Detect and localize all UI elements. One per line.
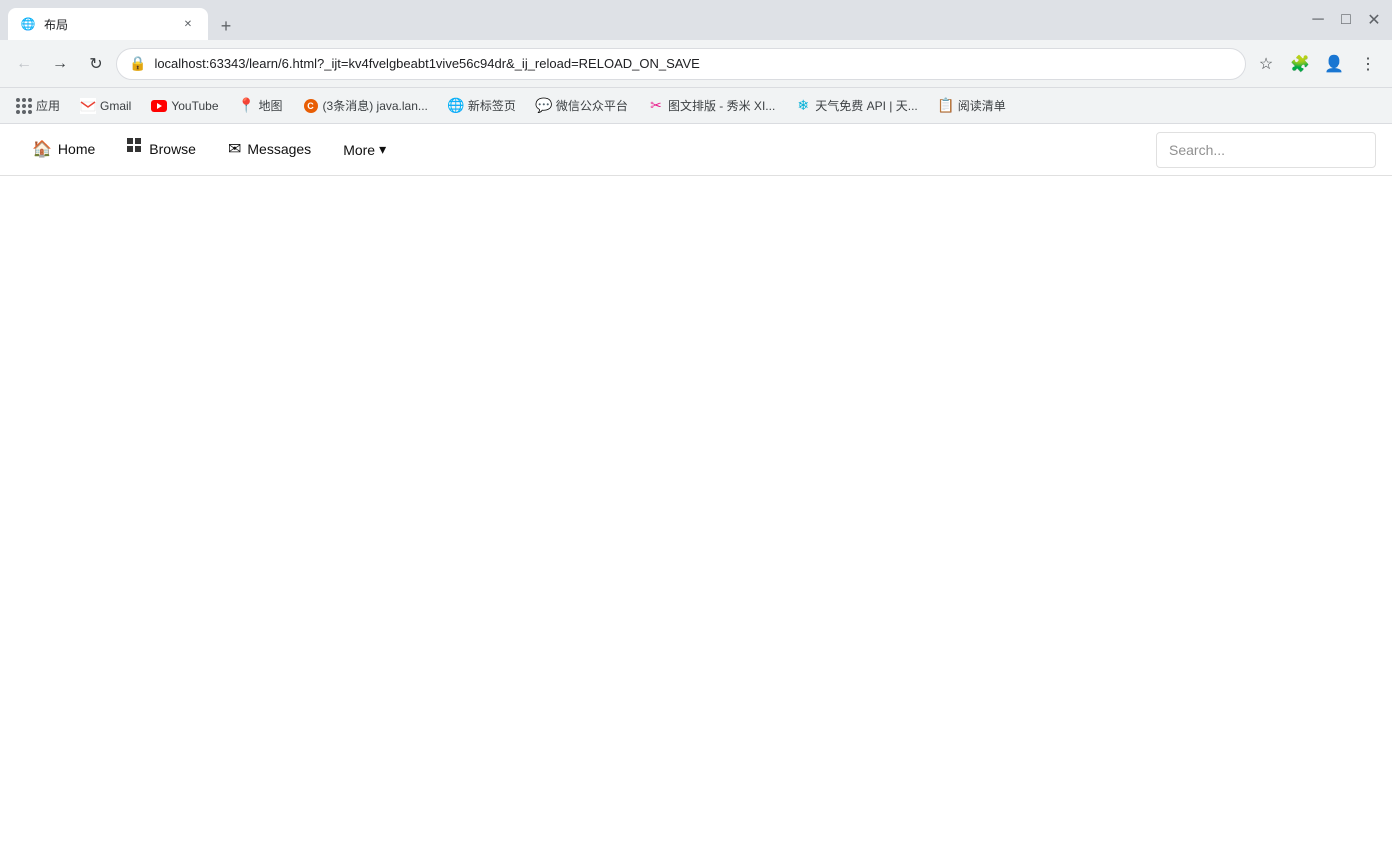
page-navbar: 🏠 Home Browse ✉ Messages xyxy=(0,124,1392,176)
extensions-button[interactable]: 🧩 xyxy=(1284,48,1316,80)
wechat-icon: 💬 xyxy=(536,98,552,114)
search-input[interactable] xyxy=(1156,132,1376,168)
profile-button[interactable]: 👤 xyxy=(1318,48,1350,80)
browser-toolbar: ← → ↻ 🔒 localhost:63343/learn/6.html?_ij… xyxy=(0,40,1392,88)
bookmark-apps-label: 应用 xyxy=(36,97,60,114)
bookmark-java-label: (3条消息) java.lan... xyxy=(323,97,428,114)
home-icon: 🏠 xyxy=(32,139,52,159)
close-button[interactable]: ✕ xyxy=(1364,10,1384,30)
apps-icon xyxy=(16,98,32,114)
bookmark-java[interactable]: C (3条消息) java.lan... xyxy=(295,93,436,118)
nav-browse-label: Browse xyxy=(149,141,196,157)
nav-messages[interactable]: ✉ Messages xyxy=(212,124,327,176)
bookmark-newtab[interactable]: 🌐 新标签页 xyxy=(440,93,524,118)
minimize-button[interactable]: ─ xyxy=(1308,10,1328,30)
weather-icon: ❄ xyxy=(795,98,811,114)
nav-home[interactable]: 🏠 Home xyxy=(16,124,111,176)
back-button[interactable]: ← xyxy=(8,48,40,80)
bookmark-weather-label: 天气免费 API | 天... xyxy=(815,97,917,114)
bookmark-reader[interactable]: 📋 阅读清单 xyxy=(930,93,1014,118)
forward-button[interactable]: → xyxy=(44,48,76,80)
bookmark-gmail-label: Gmail xyxy=(100,99,131,113)
tab-favicon: 🌐 xyxy=(20,16,36,32)
youtube-icon xyxy=(151,98,167,114)
java-icon: C xyxy=(303,98,319,114)
address-text: localhost:63343/learn/6.html?_ijt=kv4fve… xyxy=(154,56,1233,71)
page-content: 🏠 Home Browse ✉ Messages xyxy=(0,124,1392,862)
bookmark-gmail[interactable]: Gmail xyxy=(72,94,139,118)
lock-icon: 🔒 xyxy=(129,55,146,72)
bookmark-apps[interactable]: 应用 xyxy=(8,93,68,118)
reader-icon: 📋 xyxy=(938,98,954,114)
active-tab[interactable]: 🌐 布局 ✕ xyxy=(8,8,208,40)
maximize-button[interactable]: □ xyxy=(1336,10,1356,30)
star-button[interactable]: ☆ xyxy=(1250,48,1282,80)
bookmark-wechat-label: 微信公众平台 xyxy=(556,97,628,114)
tab-strip: 🌐 布局 ✕ + xyxy=(8,0,1296,40)
nav-messages-label: Messages xyxy=(247,141,311,157)
bookmark-wechat[interactable]: 💬 微信公众平台 xyxy=(528,93,636,118)
tab-title: 布局 xyxy=(44,16,172,33)
xiu-icon: ✂ xyxy=(648,98,664,114)
address-bar[interactable]: 🔒 localhost:63343/learn/6.html?_ijt=kv4f… xyxy=(116,48,1246,80)
reload-button[interactable]: ↻ xyxy=(80,48,112,80)
nav-browse[interactable]: Browse xyxy=(111,124,212,176)
tab-close-button[interactable]: ✕ xyxy=(180,16,196,32)
window-controls: ─ □ ✕ xyxy=(1308,10,1384,30)
browser-window: 🌐 布局 ✕ + ─ □ ✕ ← → ↻ 🔒 localhost:63343/l… xyxy=(0,0,1392,862)
bookmark-reader-label: 阅读清单 xyxy=(958,97,1006,114)
bookmark-xiu[interactable]: ✂ 图文排版 - 秀米 XI... xyxy=(640,93,783,118)
search-container xyxy=(1156,132,1376,168)
maps-icon: 📍 xyxy=(239,98,255,114)
newtab-icon: 🌐 xyxy=(448,98,464,114)
gmail-icon xyxy=(80,98,96,114)
new-tab-button[interactable]: + xyxy=(212,12,240,40)
main-content-area xyxy=(0,176,1392,862)
title-bar: 🌐 布局 ✕ + ─ □ ✕ xyxy=(0,0,1392,40)
bookmark-maps-label: 地图 xyxy=(259,97,283,114)
bookmarks-bar: 应用 Gmail YouTube 📍 地图 C (3条消息) java.l xyxy=(0,88,1392,124)
nav-more-label: More xyxy=(343,142,375,158)
bookmark-newtab-label: 新标签页 xyxy=(468,97,516,114)
bookmark-youtube[interactable]: YouTube xyxy=(143,94,226,118)
toolbar-actions: ☆ 🧩 👤 ⋮ xyxy=(1250,48,1384,80)
nav-home-label: Home xyxy=(58,141,95,157)
bookmark-youtube-label: YouTube xyxy=(171,99,218,113)
bookmark-weather[interactable]: ❄ 天气免费 API | 天... xyxy=(787,93,925,118)
chevron-down-icon: ▾ xyxy=(379,141,386,158)
bookmark-maps[interactable]: 📍 地图 xyxy=(231,93,291,118)
messages-icon: ✉ xyxy=(228,139,241,159)
browse-icon xyxy=(127,138,143,159)
menu-button[interactable]: ⋮ xyxy=(1352,48,1384,80)
nav-more[interactable]: More ▾ xyxy=(327,124,402,176)
bookmark-xiu-label: 图文排版 - 秀米 XI... xyxy=(668,97,775,114)
